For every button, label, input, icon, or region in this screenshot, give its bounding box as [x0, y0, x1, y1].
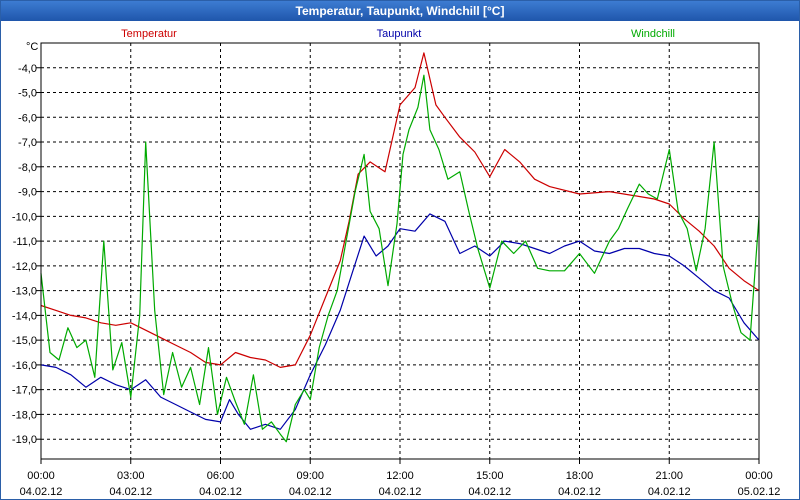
x-tick-date: 04.02.12: [648, 486, 691, 498]
legend-temperatur: Temperatur: [121, 28, 177, 40]
line-chart: Temperatur Taupunkt Windchill °C -4,0-5,0-…: [12, 28, 781, 498]
y-tick-label: -18,0: [12, 409, 37, 421]
y-tick-label: -14,0: [12, 310, 37, 322]
y-tick-label: -11,0: [13, 236, 37, 248]
y-tick-label: -16,0: [12, 360, 37, 372]
x-tick-time: 06:00: [207, 470, 235, 482]
x-tick-time: 09:00: [296, 470, 324, 482]
x-tick-date: 05.02.12: [738, 486, 781, 498]
y-tick-label: -4,0: [18, 63, 37, 75]
y-tick-label: -8,0: [18, 162, 37, 174]
x-tick-time: 18:00: [566, 470, 594, 482]
x-tick-time: 00:00: [745, 470, 773, 482]
y-axis-ticks: -4,0 -5,0 -6,0 -7,0 -8,0 -9,0 -10,0 -11,0 -12,0 -…: [12, 63, 41, 446]
legend-windchill: Windchill: [631, 28, 675, 40]
x-tick-date: 04.02.12: [199, 486, 242, 498]
y-axis-label: °C: [26, 41, 38, 53]
y-tick-label: -13,0: [12, 286, 37, 298]
x-tick-time: 21:00: [655, 470, 683, 482]
y-tick-label: -17,0: [12, 385, 37, 397]
chart-legend: Temperatur Taupunkt Windchill: [121, 28, 675, 40]
x-tick-time: 15:00: [476, 470, 504, 482]
x-tick-date: 04.02.12: [109, 486, 152, 498]
x-tick-date: 04.02.12: [379, 486, 422, 498]
x-tick-time: 12:00: [386, 470, 414, 482]
y-tick-label: -12,0: [12, 261, 37, 273]
x-tick-date: 04.02.12: [20, 486, 63, 498]
x-tick-time: 03:00: [117, 470, 145, 482]
y-tick-label: -19,0: [12, 434, 37, 446]
y-tick-label: -10,0: [12, 211, 37, 223]
legend-taupunkt: Taupunkt: [377, 28, 422, 40]
x-tick-date: 04.02.12: [558, 486, 601, 498]
x-tick-date: 04.02.12: [468, 486, 511, 498]
y-tick-label: -9,0: [18, 187, 37, 199]
chart-window: Temperatur, Taupunkt, Windchill [°C] Tem…: [0, 0, 800, 500]
window-title: Temperatur, Taupunkt, Windchill [°C]: [1, 1, 799, 21]
y-tick-label: -6,0: [18, 112, 37, 124]
y-tick-label: -5,0: [18, 88, 37, 100]
y-tick-label: -15,0: [12, 335, 37, 347]
x-axis-ticks: 00:00 04.02.12 03:00 04.02.12 06:00 04.02.12 0…: [20, 459, 781, 498]
x-tick-date: 04.02.12: [289, 486, 332, 498]
y-tick-label: -7,0: [18, 137, 37, 149]
x-tick-time: 00:00: [27, 470, 55, 482]
